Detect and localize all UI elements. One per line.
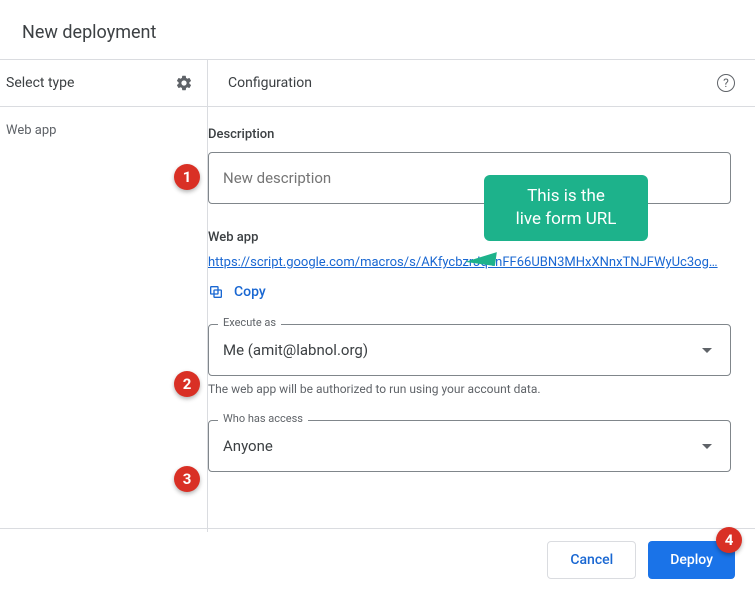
dialog-title: New deployment: [0, 0, 755, 59]
select-type-label: Select type: [6, 75, 74, 91]
annotation-badge-2: 2: [174, 371, 200, 397]
sidebar-item-webapp[interactable]: Web app: [0, 107, 207, 154]
caret-down-icon: [702, 444, 712, 449]
access-floating-label: Who has access: [218, 412, 308, 425]
left-pane: Select type Web app: [0, 60, 208, 532]
execute-as-floating-label: Execute as: [218, 316, 281, 329]
access-value: Anyone: [223, 437, 273, 455]
access-select[interactable]: Anyone: [208, 420, 731, 472]
description-label: Description: [208, 127, 731, 142]
execute-as-value: Me (amit@labnol.org): [223, 341, 368, 359]
gear-icon[interactable]: [175, 74, 193, 92]
copy-icon: [208, 284, 224, 300]
callout-line1: This is the: [502, 185, 630, 208]
caret-down-icon: [702, 348, 712, 353]
cancel-button[interactable]: Cancel: [547, 541, 636, 579]
annotation-badge-1: 1: [174, 164, 200, 190]
execute-as-helper: The web app will be authorized to run us…: [208, 382, 731, 396]
copy-label: Copy: [234, 284, 266, 300]
annotation-badge-3: 3: [174, 466, 200, 492]
right-pane: Configuration ? Description Web app http…: [208, 60, 755, 532]
annotation-badge-4: 4: [716, 527, 742, 553]
footer: Cancel Deploy: [0, 528, 755, 591]
configuration-label: Configuration: [228, 75, 312, 91]
execute-as-select-wrap: Execute as Me (amit@labnol.org): [208, 324, 731, 376]
copy-button[interactable]: Copy: [208, 284, 731, 300]
description-input[interactable]: [208, 152, 731, 204]
configuration-header: Configuration ?: [208, 60, 755, 107]
help-icon[interactable]: ?: [717, 74, 735, 92]
callout-line2: live form URL: [502, 208, 630, 231]
annotation-callout: This is the live form URL: [484, 175, 648, 241]
access-select-wrap: Who has access Anyone: [208, 420, 731, 472]
webapp-label: Web app: [208, 230, 731, 245]
select-type-header: Select type: [0, 60, 207, 107]
execute-as-select[interactable]: Me (amit@labnol.org): [208, 324, 731, 376]
